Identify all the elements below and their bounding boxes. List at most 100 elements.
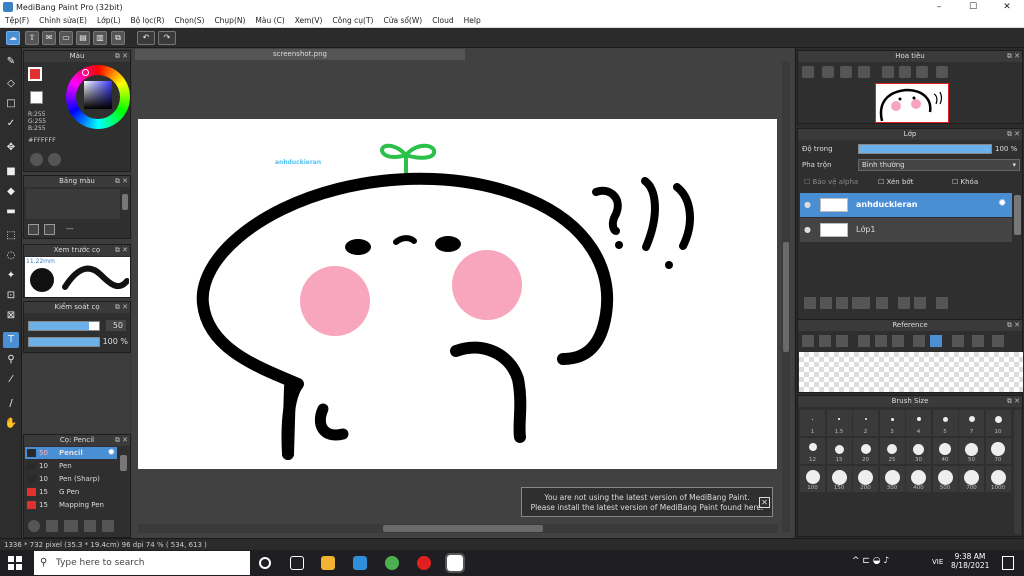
- browser-icon[interactable]: [385, 556, 399, 570]
- palette-scrollbar[interactable]: [122, 194, 128, 210]
- flip-icon[interactable]: [936, 66, 948, 78]
- panel-close-icon[interactable]: ⧉ ✕: [1007, 320, 1020, 331]
- brush-size-preset[interactable]: 700: [959, 466, 984, 492]
- menu-snap[interactable]: Chụp(N): [209, 16, 250, 25]
- brush-list-item[interactable]: 15 G Pen: [25, 486, 117, 498]
- magic-wand-tool-icon[interactable]: ✦: [3, 268, 19, 284]
- fit-icon[interactable]: [840, 66, 852, 78]
- delete-palette-icon[interactable]: [44, 224, 55, 235]
- eyedropper-tool-icon[interactable]: ⁄: [3, 372, 19, 388]
- rotate-right-icon[interactable]: [916, 66, 928, 78]
- brush-size-preset[interactable]: 1000: [985, 466, 1011, 492]
- hand-tool-icon[interactable]: ✋: [3, 416, 19, 432]
- brush-list-item[interactable]: 10 Pen (Sharp): [25, 473, 117, 485]
- maximize-button[interactable]: ☐: [956, 0, 990, 14]
- brush-size-scrollbar[interactable]: [1014, 410, 1021, 534]
- taskbar-search-input[interactable]: ⚲ Type here to search: [34, 551, 250, 575]
- brush-size-preset[interactable]: 40: [932, 438, 958, 464]
- reference-zoom-out-icon[interactable]: [892, 335, 904, 347]
- cloud-icon[interactable]: ☁: [6, 31, 20, 45]
- operation-tool-icon[interactable]: ⚲: [3, 352, 19, 368]
- menu-file[interactable]: Tệp(F): [0, 16, 34, 25]
- brush-size-preset[interactable]: 2: [853, 410, 878, 436]
- menu-window[interactable]: Cửa sổ(W): [378, 16, 427, 25]
- upload-icon[interactable]: ⇧: [25, 31, 39, 45]
- panel-close-icon[interactable]: ⧉ ✕: [115, 176, 128, 187]
- brush-add-icon[interactable]: [46, 520, 58, 532]
- visibility-icon[interactable]: ●: [804, 200, 811, 209]
- chat-icon[interactable]: ▭: [59, 31, 73, 45]
- brush-size-preset[interactable]: 100: [800, 466, 825, 492]
- select-eraser-tool-icon[interactable]: ⊠: [3, 308, 19, 324]
- brush-list-item[interactable]: 50 Pencil ✹: [25, 447, 117, 459]
- brush-list-item[interactable]: 10 Pen: [25, 460, 117, 472]
- menu-view[interactable]: Xem(V): [290, 16, 328, 25]
- new-layer-icon-3[interactable]: [836, 297, 848, 309]
- new-layer-icon-2[interactable]: [820, 297, 832, 309]
- brush-size-preset[interactable]: 3: [879, 410, 905, 436]
- rect-select-tool-icon[interactable]: □: [3, 96, 19, 112]
- blend-mode-select[interactable]: Bình thường ▾: [858, 159, 1020, 171]
- menu-help[interactable]: Help: [459, 16, 486, 25]
- brush-size-preset[interactable]: 4: [906, 410, 931, 436]
- panel-close-icon[interactable]: ⧉ ✕: [1007, 51, 1020, 62]
- opera-icon[interactable]: [417, 556, 431, 570]
- pen-tool-icon[interactable]: /: [3, 396, 19, 412]
- brush-list-scrollbar[interactable]: [120, 455, 127, 471]
- gradient-tool-icon[interactable]: ▬: [3, 204, 19, 220]
- brush-opacity-slider[interactable]: [28, 337, 100, 347]
- brush-size-preset[interactable]: 500: [932, 466, 958, 492]
- brush-size-preset[interactable]: 1.5: [826, 410, 852, 436]
- fill-tool-icon[interactable]: ◆: [3, 184, 19, 200]
- layer-scrollbar[interactable]: [1014, 195, 1021, 235]
- brush-opacity-value[interactable]: 100 %: [102, 336, 128, 347]
- horizontal-scrollbar[interactable]: [138, 524, 778, 533]
- protect-alpha-checkbox[interactable]: ☐ Bảo vệ alpha: [804, 178, 858, 186]
- duplicate-layer-icon[interactable]: [898, 297, 910, 309]
- reference-zoom-in-icon[interactable]: [858, 335, 870, 347]
- document-icon[interactable]: ▥: [93, 31, 107, 45]
- visibility-icon[interactable]: ●: [804, 225, 811, 234]
- brush-settings-icon[interactable]: [28, 520, 40, 532]
- menu-color[interactable]: Màu (C): [250, 16, 289, 25]
- undo-button[interactable]: ↶: [137, 31, 155, 45]
- menu-select[interactable]: Chọn(S): [169, 16, 209, 25]
- brush-size-preset[interactable]: 15: [826, 438, 852, 464]
- panel-close-icon[interactable]: ⧉ ✕: [1007, 129, 1020, 140]
- clipping-checkbox[interactable]: ☐ Xén bớt: [878, 178, 913, 186]
- zoom-out-icon[interactable]: [858, 66, 870, 78]
- layer-opacity-slider[interactable]: [858, 144, 992, 154]
- redo-button[interactable]: ↷: [158, 31, 176, 45]
- close-button[interactable]: ✕: [990, 0, 1024, 14]
- layer-row[interactable]: ● Lớp1: [800, 218, 1012, 242]
- palette-swatch-area[interactable]: [26, 189, 120, 219]
- move-tool-icon[interactable]: ✥: [3, 140, 19, 156]
- brush-size-value[interactable]: 50: [106, 320, 126, 331]
- reference-hand-icon[interactable]: [930, 335, 942, 347]
- document-tab[interactable]: screenshot.png: [135, 49, 465, 60]
- brush-size-preset[interactable]: 10: [985, 410, 1011, 436]
- layer-settings-icon[interactable]: ✹: [998, 198, 1006, 209]
- brush-size-preset[interactable]: 7: [959, 410, 984, 436]
- reference-upload-icon[interactable]: [802, 335, 814, 347]
- brush-list-item[interactable]: 15 Mapping Pen: [25, 499, 117, 511]
- background-color-swatch[interactable]: [30, 91, 43, 104]
- reference-rotate-right-icon[interactable]: [992, 335, 1004, 347]
- language-indicator[interactable]: VIE: [932, 558, 943, 566]
- menu-cloud[interactable]: Cloud: [427, 16, 458, 25]
- panel-close-icon[interactable]: ⧉ ✕: [115, 245, 128, 256]
- color-mode-icon[interactable]: [30, 153, 43, 166]
- notification-close-icon[interactable]: ✕: [759, 497, 770, 508]
- export-icon[interactable]: ⧉: [111, 31, 125, 45]
- layer-row[interactable]: ● anhduckieran ✹: [800, 193, 1012, 217]
- zoom-in-icon-2[interactable]: [822, 66, 834, 78]
- reference-folder-icon[interactable]: [819, 335, 831, 347]
- hue-cursor[interactable]: [82, 69, 89, 76]
- menu-tools[interactable]: Công cụ(T): [327, 16, 378, 25]
- brush-size-preset[interactable]: 20: [853, 438, 878, 464]
- reference-close-icon[interactable]: [836, 335, 848, 347]
- navigator-thumbnail[interactable]: [875, 83, 949, 123]
- vertical-scrollbar[interactable]: [782, 62, 790, 532]
- page-icon[interactable]: ▤: [76, 31, 90, 45]
- reference-reset-icon[interactable]: [972, 335, 984, 347]
